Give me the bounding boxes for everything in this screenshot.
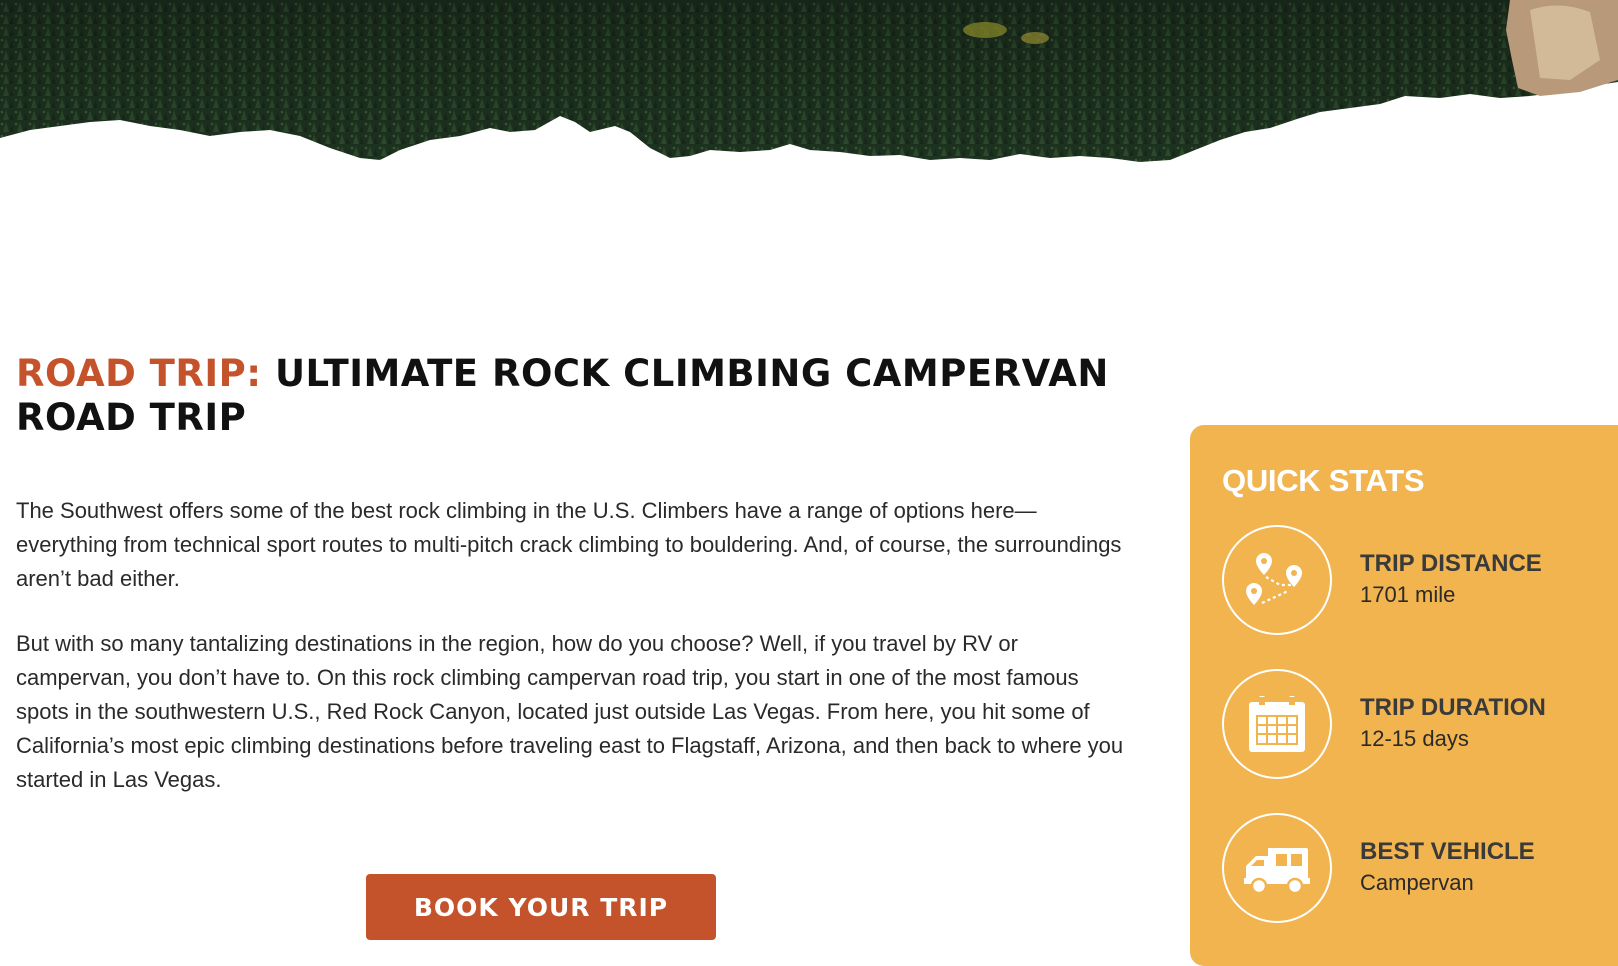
calendar-icon: [1222, 669, 1332, 779]
quick-stats-heading: QUICK STATS: [1222, 463, 1425, 498]
page-title: ROAD TRIP: ULTIMATE ROCK CLIMBING CAMPER…: [16, 352, 1136, 440]
best-vehicle-label: BEST VEHICLE: [1360, 838, 1535, 865]
campervan-icon: [1222, 813, 1332, 923]
trip-duration-label: TRIP DURATION: [1360, 694, 1546, 721]
details-paragraph: But with so many tantalizing destination…: [16, 631, 1124, 792]
quick-stats-panel: QUICK STATS TRIP DISTANCE 1701 mile TRIP…: [1190, 425, 1618, 966]
intro-paragraph: The Southwest offers some of the best ro…: [16, 498, 1122, 591]
stat-best-vehicle: BEST VEHICLE Campervan: [1222, 811, 1618, 925]
title-prefix: ROAD TRIP:: [16, 352, 262, 395]
trip-distance-label: TRIP DISTANCE: [1360, 550, 1542, 577]
best-vehicle-value: Campervan: [1360, 870, 1474, 895]
article-body: The Southwest offers some of the best ro…: [16, 494, 1136, 828]
page: ROAD TRIP: ULTIMATE ROCK CLIMBING CAMPER…: [0, 0, 1618, 966]
hero-banner-image: [0, 0, 1618, 180]
map-pins-icon: [1222, 525, 1332, 635]
book-your-trip-button[interactable]: BOOK YOUR TRIP: [366, 874, 716, 940]
trip-distance-value: 1701 mile: [1360, 582, 1456, 607]
stat-trip-duration: TRIP DURATION 12-15 days: [1222, 667, 1618, 781]
trip-duration-value: 12-15 days: [1360, 726, 1469, 751]
stat-trip-distance: TRIP DISTANCE 1701 mile: [1222, 523, 1618, 637]
